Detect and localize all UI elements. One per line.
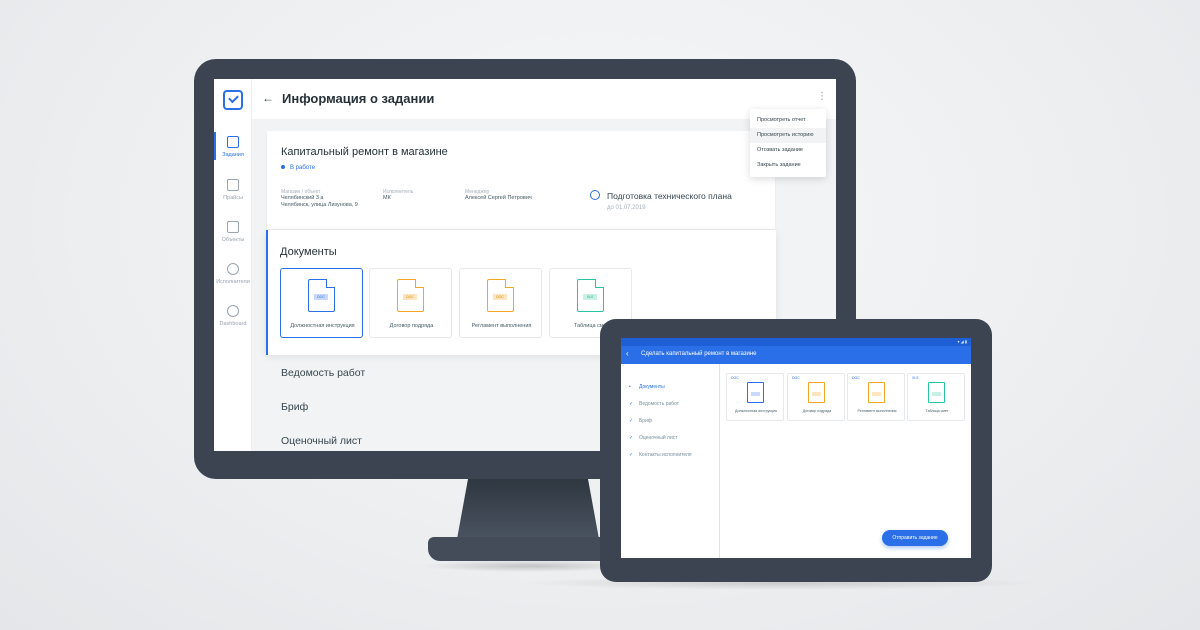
tablet-screen: ▾ ◢ ▮ ‹ Сделать капитальный ремонт в маг… <box>621 338 971 558</box>
tablet-nav-label: Документы <box>639 384 665 390</box>
document-icon <box>747 382 764 403</box>
meta-manager: Менеджер Алексей Сергей Петрович <box>465 189 532 202</box>
meta-value: МК <box>383 195 391 201</box>
tablet-document-tile[interactable]: DOC Договор подряда <box>787 373 845 421</box>
tablet-sidebar: • Документы ✓ Ведомость работ ✓ Бриф ✓ Оцено… <box>621 364 720 558</box>
users-icon <box>227 263 239 275</box>
meta-value: Алексей Сергей Петрович <box>465 195 532 201</box>
monitor-stand-neck <box>457 477 599 539</box>
menu-item-revoke-task[interactable]: Отозвать задание <box>750 143 826 158</box>
kebab-menu-icon[interactable]: ⋮ <box>817 91 827 102</box>
tablet-main: DOC Должностная инструкция DOC Договор п… <box>721 364 971 558</box>
tablet-document-tile[interactable]: XLS Таблица смет <box>907 373 965 421</box>
app-logo-icon[interactable] <box>223 90 243 110</box>
document-label: Должностная инструкция <box>290 323 355 329</box>
document-label: Договор подряда <box>389 323 434 329</box>
document-tile[interactable]: DOC Должностная инструкция <box>280 268 363 338</box>
file-type-tag: XLS <box>912 376 919 380</box>
menu-item-view-report[interactable]: Просмотреть отчет <box>750 113 826 128</box>
file-type-tag: XLS <box>583 294 597 300</box>
section-accent <box>266 230 268 355</box>
calendar-icon <box>227 179 239 191</box>
tablet-document-label: Таблица смет <box>925 409 949 413</box>
sidebar: Задания Прайсы Объекты Исполнители Dashb… <box>214 79 252 451</box>
check-icon: ✓ <box>629 418 634 424</box>
section-work-statement[interactable]: Ведомость работ <box>281 367 365 379</box>
file-type-tag: DOC <box>493 294 507 300</box>
tablet-document-tile[interactable]: DOC Должностная инструкция <box>726 373 784 421</box>
sidebar-item-objects[interactable]: Объекты <box>214 221 252 257</box>
tablet-nav-label: Контакты исполнителя <box>639 452 692 458</box>
sidebar-item-prices[interactable]: Прайсы <box>214 179 252 215</box>
sidebar-item-label: Объекты <box>221 237 245 243</box>
file-type-tag: DOC <box>403 294 417 300</box>
send-task-button[interactable]: Отправить задание <box>882 530 948 546</box>
document-label: Регламент выполнения <box>471 323 532 329</box>
meta-executor: Исполнитель МК <box>383 189 413 202</box>
file-type-tag: DOC <box>731 376 739 380</box>
tablet-nav-contacts[interactable]: ✓ Контакты исполнителя <box>629 452 719 464</box>
tablet-document-label: Регламент выполнения <box>857 409 897 413</box>
bullet-icon: • <box>629 384 631 390</box>
tablet-document-label: Договор подряда <box>802 409 832 413</box>
document-tile[interactable]: DOC Договор подряда <box>369 268 452 338</box>
documents-title: Документы <box>280 246 337 258</box>
sidebar-item-label: Исполнители <box>216 279 250 285</box>
status-icons: ▾ ◢ ▮ <box>957 339 967 344</box>
document-icon: DOC <box>397 279 424 312</box>
page-title: Информация о задании <box>282 91 435 106</box>
sidebar-item-tasks[interactable]: Задания <box>214 136 252 172</box>
meta-store: Магазин / объект Челябинский 3 а Челябин… <box>281 189 358 209</box>
task-card: Капитальный ремонт в магазине В работе М… <box>267 131 775 229</box>
tablet-nav-label: Оценочный лист <box>639 435 678 441</box>
status-bar: ▾ ◢ ▮ <box>621 338 971 346</box>
sidebar-item-dashboard[interactable]: Dashboard <box>214 305 252 341</box>
status-badge: В работе <box>281 165 315 171</box>
check-icon: ✓ <box>629 401 634 407</box>
tablet-nav-label: Ведомость работ <box>639 401 680 407</box>
monitor-stand-base <box>428 537 628 561</box>
arrow-left-icon[interactable]: ← <box>262 91 274 105</box>
tablet-app-bar: ‹ Сделать капитальный ремонт в магазине <box>621 346 971 364</box>
tablet-nav-work-statement[interactable]: ✓ Ведомость работ <box>629 401 719 413</box>
pie-chart-icon <box>227 305 239 317</box>
menu-item-close-task[interactable]: Закрыть задание <box>750 158 826 173</box>
menu-item-view-history[interactable]: Просмотреть историю <box>750 128 826 143</box>
file-type-tag: DOC <box>852 376 860 380</box>
spreadsheet-icon <box>928 382 945 403</box>
meta-value: Челябинск, улица Лизунова, 9 <box>281 202 358 208</box>
sidebar-item-label: Задания <box>222 152 244 158</box>
current-step-title: Подготовка технического плана <box>607 191 732 201</box>
file-type-tag: DOC <box>314 294 328 300</box>
tablet-nav-documents[interactable]: • Документы <box>629 384 719 396</box>
current-step-date: до 01.07.2019 <box>607 205 646 211</box>
document-icon <box>868 382 885 403</box>
section-evaluation-sheet[interactable]: Оценочный лист <box>281 435 362 447</box>
document-icon <box>808 382 825 403</box>
document-icon: DOC <box>308 279 335 312</box>
sidebar-item-executors[interactable]: Исполнители <box>214 263 252 299</box>
document-icon: DOC <box>487 279 514 312</box>
arrow-left-icon[interactable]: ‹ <box>626 349 629 358</box>
sidebar-item-label: Прайсы <box>223 195 243 201</box>
check-icon: ✓ <box>629 452 634 458</box>
meta-value: Челябинский 3 а <box>281 195 324 201</box>
tablet-document-label: Должностная инструкция <box>734 409 778 413</box>
clock-icon <box>590 190 600 200</box>
file-type-tag: DOC <box>792 376 800 380</box>
tablet-nav-brief[interactable]: ✓ Бриф <box>629 418 719 430</box>
check-icon: ✓ <box>629 435 634 441</box>
building-icon <box>227 221 239 233</box>
spreadsheet-icon: XLS <box>577 279 604 312</box>
clipboard-icon <box>227 136 239 148</box>
tablet-document-tile[interactable]: DOC Регламент выполнения <box>847 373 905 421</box>
tablet-nav-label: Бриф <box>639 418 652 424</box>
tablet-nav-evaluation[interactable]: ✓ Оценочный лист <box>629 435 719 447</box>
task-title: Капитальный ремонт в магазине <box>281 146 448 158</box>
document-tile[interactable]: DOC Регламент выполнения <box>459 268 542 338</box>
sidebar-item-label: Dashboard <box>219 321 247 327</box>
tablet-title: Сделать капитальный ремонт в магазине <box>641 351 757 357</box>
section-brief[interactable]: Бриф <box>281 401 308 413</box>
actions-dropdown: Просмотреть отчет Просмотреть историю От… <box>750 109 826 177</box>
